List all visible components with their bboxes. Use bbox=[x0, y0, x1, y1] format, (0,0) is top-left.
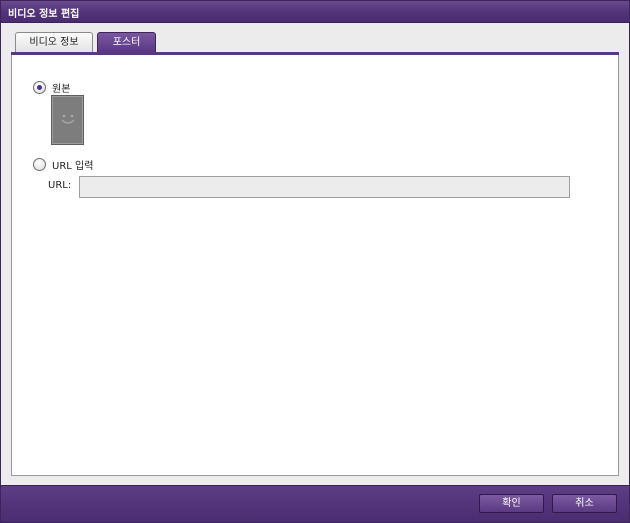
radio-url-label: URL 입력 bbox=[52, 161, 94, 172]
radio-original-button[interactable] bbox=[33, 81, 46, 94]
smiley-placeholder-icon bbox=[61, 114, 75, 124]
window-title: 비디오 정보 편집 bbox=[8, 9, 80, 20]
dialog-footer: 확인 취소 bbox=[1, 485, 629, 522]
tab-video-info[interactable]: 비디오 정보 bbox=[15, 32, 93, 53]
dialog-content: 비디오 정보 포스터 원본 URL 입력 URL: bbox=[1, 23, 629, 485]
tab-poster[interactable]: 포스터 bbox=[97, 32, 156, 53]
radio-url-button[interactable] bbox=[33, 158, 46, 171]
url-field-label: URL: bbox=[48, 180, 72, 191]
title-bar[interactable]: 비디오 정보 편집 bbox=[1, 1, 629, 23]
poster-thumbnail bbox=[51, 95, 84, 145]
ok-button[interactable]: 확인 bbox=[479, 494, 544, 513]
url-input[interactable] bbox=[79, 176, 570, 198]
poster-panel: 원본 URL 입력 URL: bbox=[11, 55, 619, 476]
dialog-window: 비디오 정보 편집 비디오 정보 포스터 원본 URL 입력 URL: 확인 취… bbox=[0, 0, 630, 523]
radio-original[interactable]: 원본 bbox=[33, 80, 70, 95]
radio-url[interactable]: URL 입력 bbox=[33, 157, 93, 172]
radio-original-label: 원본 bbox=[52, 84, 71, 95]
cancel-button[interactable]: 취소 bbox=[552, 494, 617, 513]
